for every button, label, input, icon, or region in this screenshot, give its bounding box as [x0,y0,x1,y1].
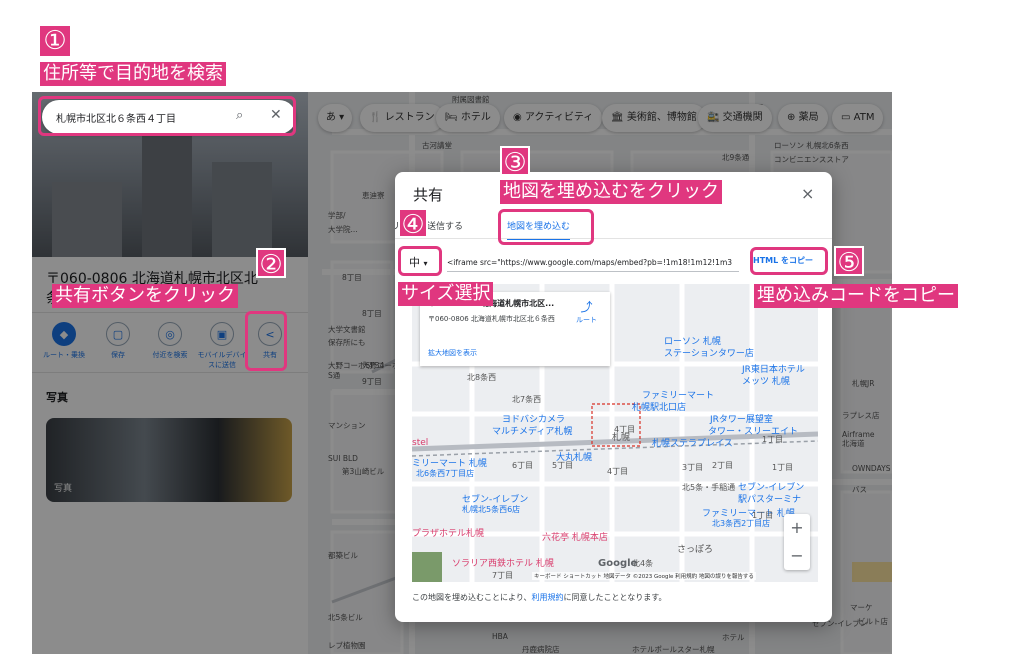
terms-link[interactable]: 利用規約 [532,593,564,602]
embed-map-label: 駅パスターミナ [738,495,802,505]
embed-map-label: 北7条西 [512,395,542,404]
embed-code-field[interactable]: <iframe src="https://www.google.com/maps… [447,250,739,272]
embed-map-label: プラザホテル札幌 [412,529,485,539]
step5-number: ⑤ [834,246,864,278]
step5-label: 埋め込みコードをコピー [754,284,958,308]
terms-footer: この地図を埋め込むことにより、利用規約に同意したこととなります。 [412,593,667,602]
step1-label: 住所等で目的地を検索 [40,62,226,86]
embed-map-label: 札幌北5条西6店 [462,505,521,514]
highlight-size [398,246,442,276]
zoom-in-button[interactable]: + [784,514,810,542]
embed-map-label: 3丁目 [682,463,704,472]
card-address: 〒060-0806 北海道札幌市北区北６条西 [428,315,555,323]
embed-map-label: マルチメディア札幌 [492,427,573,437]
embed-map-label: 大丸札幌 [556,453,593,463]
highlight-share [245,311,287,371]
google-logo: Google [598,558,638,569]
embed-map-label: 4丁目 [614,425,636,434]
embed-map-label: 六花亭 札幌本店 [542,533,608,543]
embed-map-label: 2丁目 [712,461,734,470]
close-dialog-button[interactable]: × [801,184,814,203]
embed-map-label: 4丁目 [607,467,629,476]
embed-map-label: 北5条・手稲通 [682,483,736,492]
embed-map-label: ソラリア西鉄ホテル 札幌 [452,559,554,569]
embed-map-label: 6丁目 [512,461,534,470]
embed-map-label: 北6条西7丁目店 [416,469,475,478]
zoom-out-button[interactable]: − [784,542,810,570]
step3-label: 地図を埋め込むをクリック [500,180,722,204]
step2-number: ② [256,248,286,280]
step4-number: ④ [398,208,428,240]
tutorial-canvas: 附属図書館 古河講堂 北9条通 恵迪寮 学部/大学院... 大学文書館 保存所にも 8丁目 8丁… [0,0,1024,672]
embed-map-label: さっぽろ [677,545,714,555]
share-dialog: 共有 × リンクを送信する 地図を埋め込む 中 ▾ <iframe src="h… [395,172,832,622]
view-larger-map-link[interactable]: 拡大地図を表示 [428,348,477,358]
dialog-title: 共有 [413,186,444,204]
embed-map-label: ステーションタワー店 [664,349,754,359]
embed-map-label: 1丁目 [752,511,774,520]
zoom-controls: + − [784,514,810,570]
step1-number: ① [40,26,70,56]
highlight-search [38,96,296,136]
maps-screenshot: 附属図書館 古河講堂 北9条通 恵迪寮 学部/大学院... 大学文書館 保存所にも 8丁目 8丁… [32,92,892,654]
embed-map-label: 7丁目 [492,571,514,580]
card-route-button[interactable]: ⤴ ルート [576,298,597,325]
embed-map-label: 札幌駅北口店 [632,403,687,413]
embed-map-label: 1丁目 [762,435,784,444]
embed-map-label: 1丁目 [772,463,794,472]
highlight-embed-tab [498,209,594,245]
step4-label: サイズ選択 [398,282,494,306]
step3-number: ③ [500,146,530,178]
embed-map-label: 札幌ステラプレイス [652,439,733,449]
step2-label: 共有ボタンをクリック [52,284,238,308]
embed-map-label: 北8条西 [467,373,497,382]
directions-icon: ⤴ [580,300,593,314]
highlight-copy [750,247,828,275]
map-attribution[interactable]: キーボード ショートカット 地図データ ©2023 Google 利用規約 地図… [532,572,756,580]
embed-map-label: stel [412,438,429,448]
embed-map-preview[interactable]: 北8条西 北7条西 ヨドバシカメラ マルチメディア札幌 ファミリーマート 札幌駅北口店 ロー… [412,284,818,582]
embed-map-label: メッツ 札幌 [742,377,790,387]
